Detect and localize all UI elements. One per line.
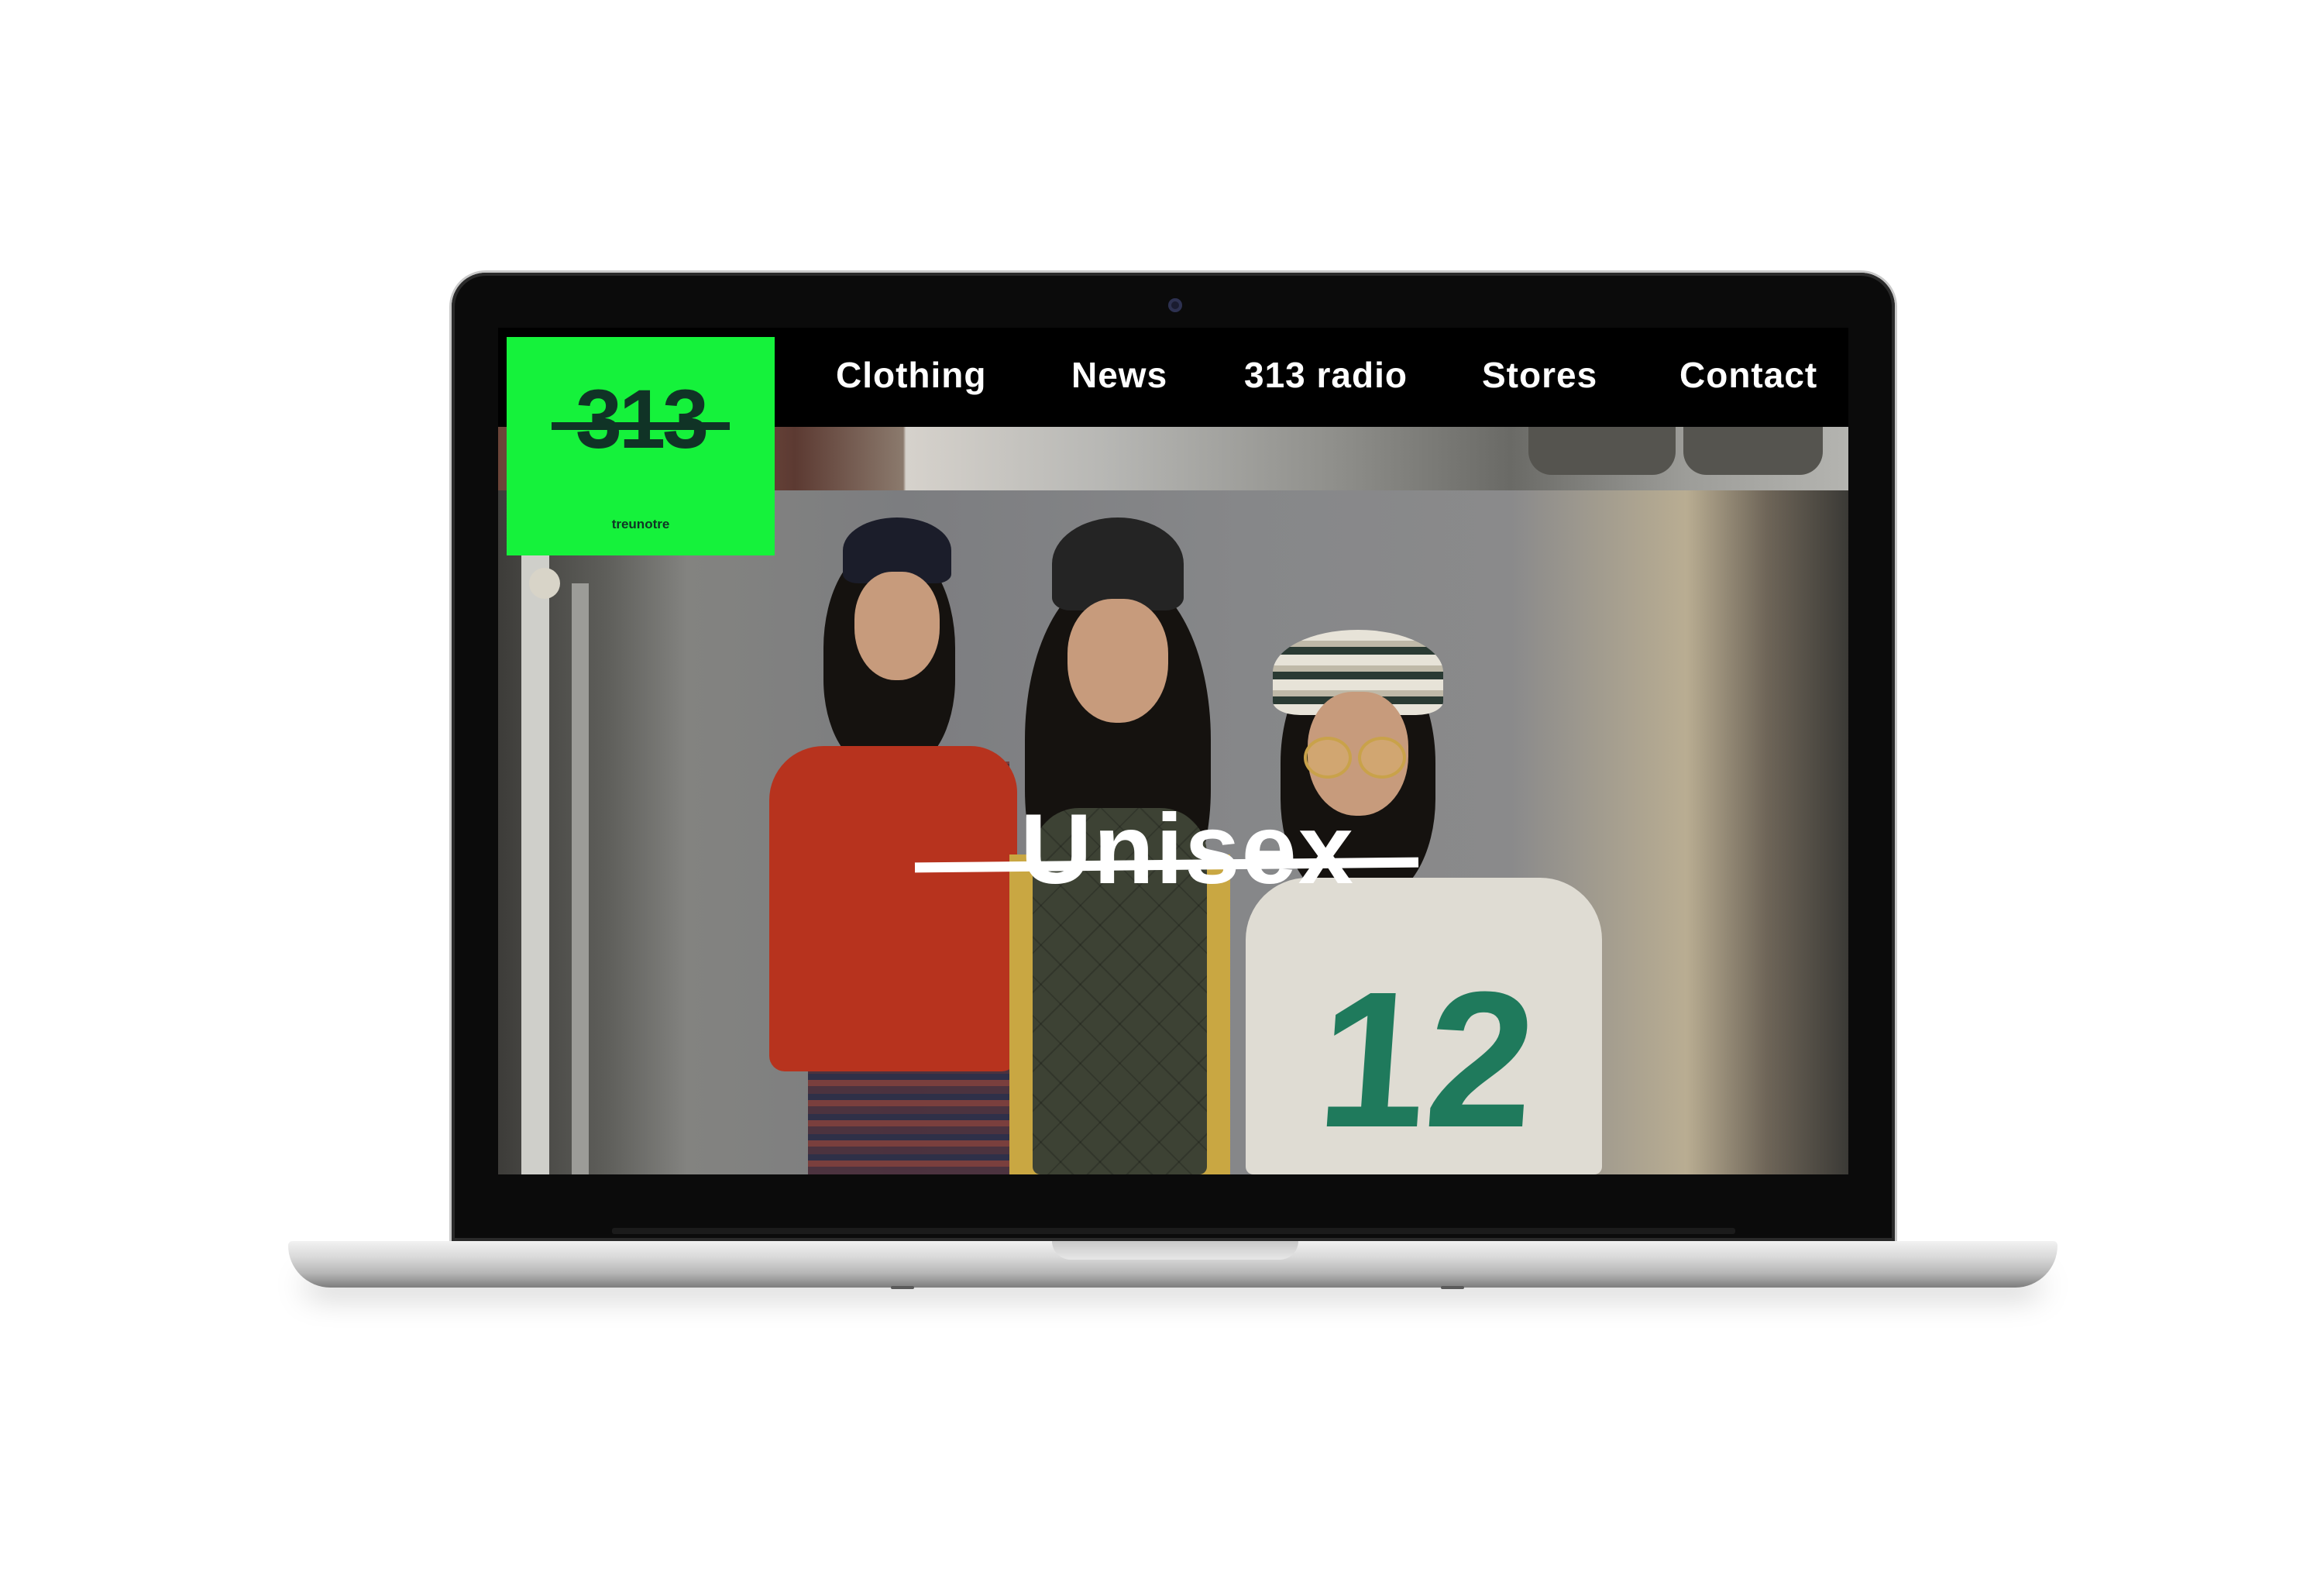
shoe-shape [1683,427,1823,475]
glasses-icon [1304,737,1352,779]
laptop-foot [891,1286,914,1289]
wall-pipe [572,583,589,1174]
laptop-foot [1441,1286,1464,1289]
brand-logo[interactable]: 313 treunotre [507,337,775,555]
jersey-number: 12 [1312,951,1542,1167]
logo-number: 313 [575,372,709,466]
nav-clothing[interactable]: Clothing [836,354,987,396]
logo-subtitle: treunotre [611,517,670,531]
nav-news[interactable]: News [1071,354,1167,396]
person-face [854,572,940,680]
red-sweater [769,746,1017,1071]
bezel-hinge [612,1228,1735,1234]
nav-313-radio[interactable]: 313 radio [1244,354,1408,396]
person-face [1067,599,1168,723]
logo-strikethrough [552,422,730,430]
browser-viewport: 12 Clothing News 313 radio Stores Contac… [498,328,1848,1174]
glasses-icon [1358,737,1406,779]
hero-title: Unisex [1020,794,1355,905]
nav-contact[interactable]: Contact [1679,354,1817,396]
beanie-hat [1052,517,1184,610]
light-bulb [529,568,560,599]
laptop-opening-notch [1052,1241,1298,1260]
webcam-icon [1168,298,1182,312]
nav-stores[interactable]: Stores [1482,354,1597,396]
shoe-shape [1528,427,1676,475]
wall-pipe [521,537,549,1174]
